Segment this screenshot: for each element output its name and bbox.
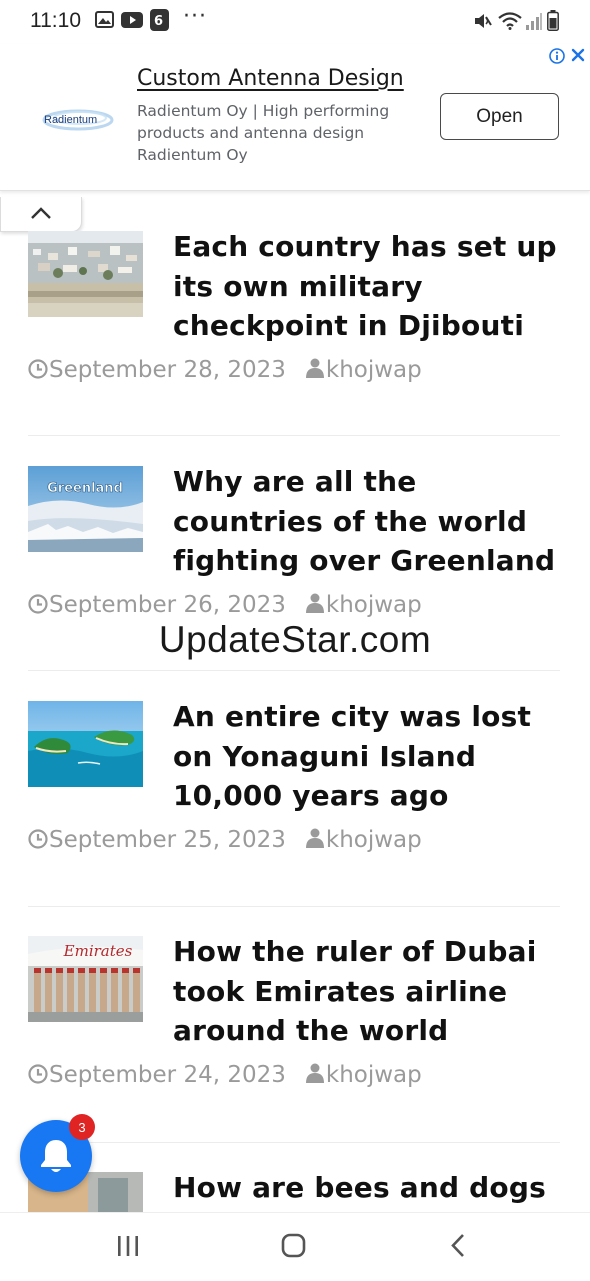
article-meta: September 26, 2023 khojwap	[28, 592, 422, 618]
article-thumbnail[interactable]	[28, 231, 143, 317]
article-title[interactable]: Why are all the countries of the world f…	[173, 462, 573, 581]
ad-title[interactable]: Custom Antenna Design	[137, 66, 404, 91]
divider	[28, 670, 560, 671]
ad-collapse-button[interactable]	[0, 197, 82, 232]
svg-text:6: 6	[154, 14, 163, 29]
status-time: 11:10	[30, 9, 81, 32]
ad-close-icon[interactable]	[570, 47, 586, 63]
battery-icon	[547, 10, 559, 31]
divider	[28, 906, 560, 907]
ad-open-button[interactable]: Open	[440, 93, 559, 140]
bell-icon	[41, 1140, 71, 1172]
article-author[interactable]: khojwap	[326, 827, 422, 853]
article-thumbnail[interactable]: Greenland	[28, 466, 143, 552]
status-bar: 11:10 6 ···	[0, 0, 590, 44]
article-date: September 28, 2023	[49, 357, 286, 383]
divider	[28, 1142, 560, 1143]
article-date: September 26, 2023	[49, 592, 286, 618]
article-thumbnail[interactable]	[28, 701, 143, 787]
ad-banner[interactable]: Radientum Custom Antenna Design Radientu…	[0, 44, 590, 191]
mute-icon	[475, 14, 492, 28]
chevron-up-icon	[31, 207, 51, 219]
article-date: September 24, 2023	[49, 1062, 286, 1088]
clock-icon	[28, 359, 48, 379]
watermark: UpdateStar.com	[158, 619, 432, 660]
article-meta: September 25, 2023 khojwap	[28, 827, 422, 853]
ad-logo-text: Radientum	[44, 114, 98, 126]
author-icon	[305, 358, 324, 378]
article-title[interactable]: How are bees and dogs	[173, 1168, 573, 1208]
app-icon: 6	[150, 9, 169, 31]
article-title[interactable]: An entire city was lost on Yonaguni Isla…	[173, 697, 573, 816]
clock-icon	[28, 1064, 48, 1084]
signal-icon	[526, 13, 542, 30]
youtube-icon	[121, 12, 143, 28]
article-author[interactable]: khojwap	[326, 357, 422, 383]
ad-info-icon[interactable]	[549, 48, 565, 64]
article-title[interactable]: Each country has set up its own military…	[173, 227, 573, 346]
article-meta: September 28, 2023 khojwap	[28, 357, 422, 383]
thumb-caption: Emirates	[63, 942, 133, 960]
thumb-caption: Greenland	[47, 481, 123, 496]
wifi-icon	[498, 12, 522, 30]
article-author[interactable]: khojwap	[326, 592, 422, 618]
divider	[28, 435, 560, 436]
article-title[interactable]: How the ruler of Dubai took Emirates air…	[173, 932, 573, 1051]
clock-icon	[28, 594, 48, 614]
home-icon[interactable]	[281, 1233, 306, 1258]
system-nav-bar	[0, 1212, 590, 1281]
back-icon[interactable]	[448, 1233, 468, 1258]
author-icon	[305, 1063, 324, 1083]
article-meta: September 24, 2023 khojwap	[28, 1062, 422, 1088]
clock-icon	[28, 829, 48, 849]
author-icon	[305, 828, 324, 848]
ad-description: Radientum Oy | High performing products …	[137, 102, 390, 164]
gallery-icon	[95, 11, 114, 28]
article-date: September 25, 2023	[49, 827, 286, 853]
recent-apps-icon[interactable]	[116, 1234, 140, 1258]
author-icon	[305, 593, 324, 613]
notification-badge: 3	[69, 1114, 95, 1140]
article-author[interactable]: khojwap	[326, 1062, 422, 1088]
more-notifications: ···	[183, 4, 207, 29]
article-thumbnail[interactable]: Emirates	[28, 936, 143, 1022]
